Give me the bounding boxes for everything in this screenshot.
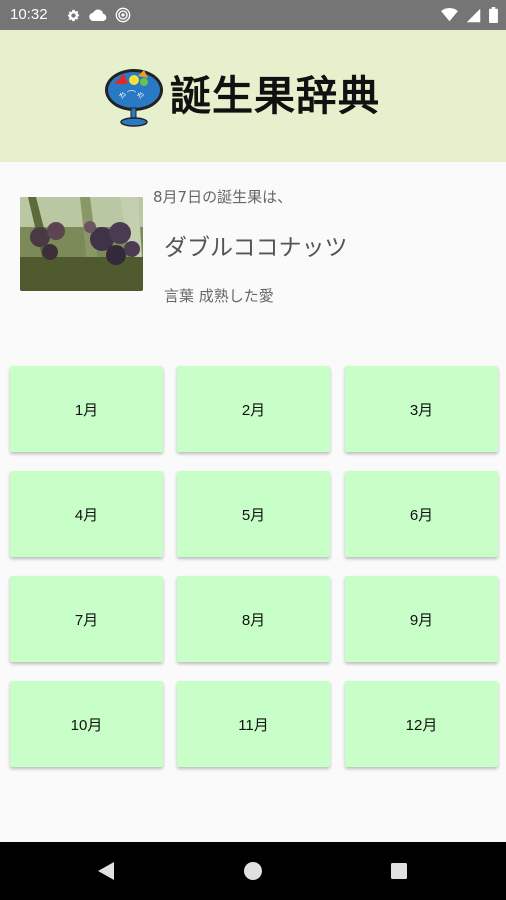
- home-icon: [244, 862, 262, 880]
- fruit-bowl-emblem-icon: ゃ⌒ゃ: [105, 69, 163, 127]
- content-area: 8月7日の誕生果は、 ダブルココナッツ 言葉 成熟した愛 1月 2月 3月 4月…: [0, 162, 506, 842]
- month-button-8[interactable]: 8月: [177, 576, 330, 662]
- month-button-7[interactable]: 7月: [10, 576, 163, 662]
- back-icon: [98, 862, 114, 880]
- month-button-12[interactable]: 12月: [345, 681, 498, 767]
- gear-icon: [66, 8, 81, 23]
- month-button-11[interactable]: 11月: [177, 681, 330, 767]
- wifi-icon: [441, 8, 458, 22]
- app-logo: ゃ⌒ゃ 誕生果辞典: [104, 68, 404, 127]
- month-button-3[interactable]: 3月: [345, 366, 498, 452]
- svg-text:ゃ⌒ゃ: ゃ⌒ゃ: [118, 90, 145, 101]
- app-header: ゃ⌒ゃ 誕生果辞典: [0, 30, 506, 162]
- birth-fruit-name: ダブルココナッツ: [164, 235, 348, 261]
- home-button[interactable]: [223, 842, 283, 900]
- month-button-9[interactable]: 9月: [345, 576, 498, 662]
- month-button-5[interactable]: 5月: [177, 471, 330, 557]
- status-icons-left: [66, 7, 131, 23]
- fruit-photo: [20, 197, 143, 291]
- month-button-2[interactable]: 2月: [177, 366, 330, 452]
- signal-icon: [466, 8, 481, 23]
- cloud-icon: [89, 8, 107, 22]
- back-button[interactable]: [76, 842, 136, 900]
- month-button-6[interactable]: 6月: [345, 471, 498, 557]
- status-bar: 10:32: [0, 0, 506, 30]
- birth-fruit-meaning: 言葉 成熟した愛: [164, 287, 274, 305]
- navigation-bar: [0, 842, 506, 900]
- birth-fruit-date-text: 8月7日の誕生果は、: [153, 188, 293, 206]
- target-icon: [115, 7, 131, 23]
- month-button-10[interactable]: 10月: [10, 681, 163, 767]
- recents-button[interactable]: [369, 842, 429, 900]
- recents-icon: [391, 863, 407, 879]
- status-icons-right: [441, 7, 498, 23]
- month-button-4[interactable]: 4月: [10, 471, 163, 557]
- app-title: 誕生果辞典: [170, 72, 380, 120]
- status-time: 10:32: [10, 6, 48, 23]
- month-button-1[interactable]: 1月: [10, 366, 163, 452]
- battery-icon: [489, 7, 498, 23]
